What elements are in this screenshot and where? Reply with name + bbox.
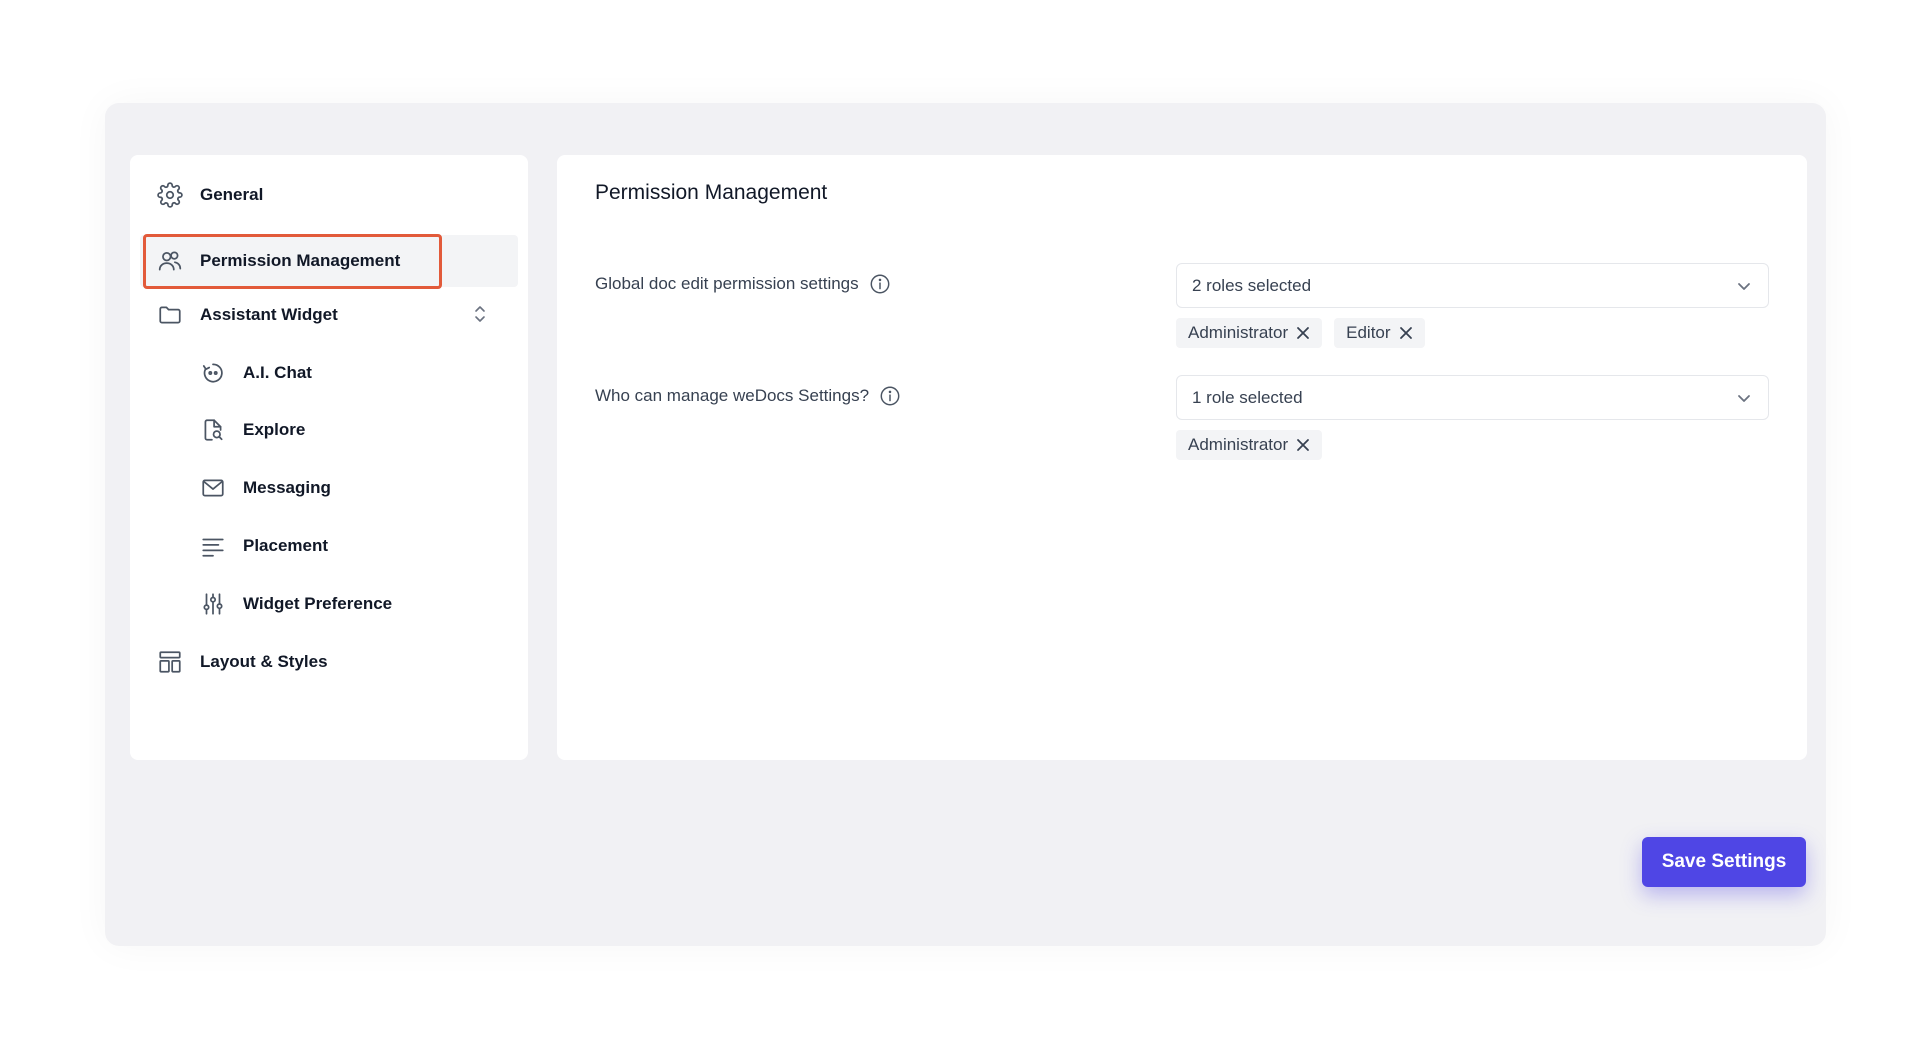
sidebar-item-assistant-widget[interactable]: Assistant Widget bbox=[140, 289, 518, 341]
settings-sidebar: General Permission Management Assistant … bbox=[130, 155, 528, 760]
role-chip: Administrator bbox=[1176, 430, 1323, 460]
sidebar-item-label: Explore bbox=[243, 420, 306, 439]
setting-label-global-doc-edit: Global doc edit permission settings bbox=[595, 273, 891, 295]
sidebar-item-label: Assistant Widget bbox=[200, 305, 338, 324]
sidebar-item-widget-preference[interactable]: Widget Preference bbox=[140, 578, 518, 630]
folder-icon bbox=[156, 301, 184, 329]
sidebar-item-label: Widget Preference bbox=[243, 594, 393, 613]
users-icon bbox=[156, 247, 184, 275]
close-icon[interactable] bbox=[1296, 326, 1310, 340]
sidebar-item-ai-chat[interactable]: A.I. Chat bbox=[140, 347, 518, 399]
role-chip-label: Administrator bbox=[1188, 323, 1289, 342]
sidebar-item-label: Messaging bbox=[243, 478, 331, 497]
setting-label-text: Global doc edit permission settings bbox=[595, 274, 859, 293]
sidebar-item-general[interactable]: General bbox=[140, 169, 518, 221]
sliders-icon bbox=[199, 590, 227, 618]
chevron-down-icon bbox=[1736, 278, 1752, 294]
manage-settings-chips: Administrator bbox=[1176, 430, 1323, 460]
role-chip: Administrator bbox=[1176, 318, 1323, 348]
page-title: Permission Management bbox=[595, 181, 828, 204]
save-settings-button[interactable]: Save Settings bbox=[1642, 837, 1806, 887]
manage-settings-role-select[interactable]: 1 role selected bbox=[1176, 375, 1769, 420]
gear-icon bbox=[156, 181, 184, 209]
permission-panel: Permission Management Global doc edit pe… bbox=[557, 155, 1807, 760]
sidebar-item-label: Placement bbox=[243, 536, 329, 555]
mail-icon bbox=[199, 474, 227, 502]
setting-label-text: Who can manage weDocs Settings? bbox=[595, 386, 870, 405]
global-doc-edit-chips: Administrator Editor bbox=[1176, 318, 1425, 348]
global-doc-edit-role-select[interactable]: 2 roles selected bbox=[1176, 263, 1769, 308]
layout-icon bbox=[156, 648, 184, 676]
sidebar-item-label: Permission Management bbox=[200, 251, 401, 270]
role-chip: Editor bbox=[1334, 318, 1425, 348]
sidebar-item-label: A.I. Chat bbox=[243, 363, 312, 382]
select-value: 1 role selected bbox=[1192, 387, 1303, 407]
lines-icon bbox=[199, 532, 227, 560]
chevron-down-icon bbox=[1736, 390, 1752, 406]
info-icon[interactable] bbox=[869, 273, 891, 295]
sidebar-item-layout-styles[interactable]: Layout & Styles bbox=[140, 636, 518, 688]
role-chip-label: Editor bbox=[1346, 323, 1391, 342]
close-icon[interactable] bbox=[1296, 438, 1310, 452]
sidebar-item-placement[interactable]: Placement bbox=[140, 520, 518, 572]
file-search-icon bbox=[199, 416, 227, 444]
sidebar-item-label: General bbox=[200, 185, 264, 204]
chevron-up-down-icon[interactable] bbox=[472, 303, 488, 325]
setting-label-manage-settings: Who can manage weDocs Settings? bbox=[595, 385, 901, 407]
sidebar-item-messaging[interactable]: Messaging bbox=[140, 462, 518, 514]
close-icon[interactable] bbox=[1399, 326, 1413, 340]
info-icon[interactable] bbox=[879, 385, 901, 407]
sidebar-item-explore[interactable]: Explore bbox=[140, 404, 518, 456]
sidebar-item-permission-management[interactable]: Permission Management bbox=[140, 235, 518, 287]
role-chip-label: Administrator bbox=[1188, 435, 1289, 454]
bot-icon bbox=[199, 359, 227, 387]
select-value: 2 roles selected bbox=[1192, 275, 1312, 295]
sidebar-item-label: Layout & Styles bbox=[200, 652, 328, 671]
